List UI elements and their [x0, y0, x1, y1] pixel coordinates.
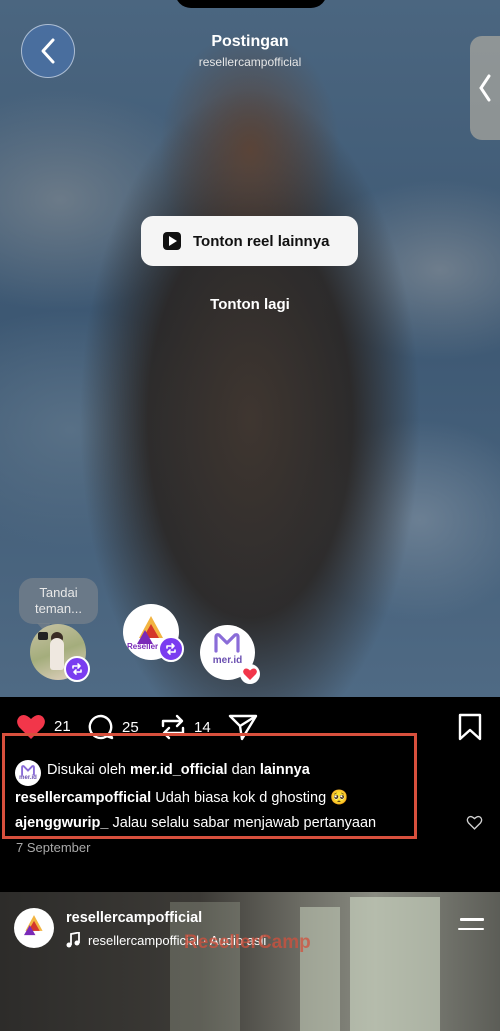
- save-button[interactable]: [458, 713, 482, 741]
- liked-others[interactable]: lainnya: [260, 762, 310, 778]
- bookmark-icon: [458, 713, 482, 741]
- repost-badge-icon: [158, 636, 184, 662]
- liked-and: dan: [231, 762, 256, 778]
- reseller-label: Reseller: [127, 642, 159, 651]
- camera-icon: [38, 632, 48, 640]
- watch-more-reels-button[interactable]: Tonton reel lainnya: [141, 216, 358, 266]
- merid-label: mer.id: [19, 775, 37, 781]
- page-subtitle[interactable]: resellercampofficial: [0, 55, 500, 69]
- tag-label-line2: teman...: [35, 601, 82, 616]
- next-post-username[interactable]: resellercampofficial: [66, 910, 202, 926]
- chevron-left-icon: [479, 74, 491, 102]
- play-icon: [163, 232, 181, 250]
- post-date: 7 September: [16, 840, 91, 855]
- comment-like-heart-icon[interactable]: [466, 815, 483, 830]
- caption-text: Udah biasa kok d ghosting 🥺: [155, 790, 349, 806]
- liked-prefix: Disukai oleh: [47, 762, 126, 778]
- menu-icon[interactable]: [458, 918, 484, 937]
- reel-video[interactable]: Postingan resellercampofficial Tonton re…: [0, 0, 500, 697]
- watermark-logo: ResellerCamp: [184, 932, 311, 953]
- resellercamp-logo-icon: [24, 915, 43, 936]
- page-title: Postingan: [211, 33, 289, 50]
- music-note-icon: [66, 932, 80, 948]
- comment-preview[interactable]: ajenggwurip_ Jalau selalu sabar menjawab…: [15, 815, 415, 831]
- side-panel-handle[interactable]: [470, 36, 500, 140]
- merid-logo-icon: [214, 633, 240, 653]
- heart-badge-icon: [240, 664, 260, 684]
- tag-label-line1: Tandai: [39, 585, 78, 600]
- repost-icon: [166, 643, 176, 655]
- comment-user[interactable]: ajenggwurip_: [15, 815, 108, 831]
- tag-friends-bubble[interactable]: Tandai teman...: [19, 578, 98, 631]
- avatar-figure: [50, 638, 64, 670]
- repost-icon: [72, 663, 82, 675]
- watch-more-label: Tonton reel lainnya: [193, 232, 330, 250]
- liker-avatar[interactable]: mer.id: [15, 760, 41, 786]
- device-notch: [175, 0, 327, 8]
- watch-again-button[interactable]: Tonton lagi: [0, 296, 500, 313]
- repost-badge-icon: [64, 656, 90, 682]
- liked-by-line[interactable]: Disukai oleh mer.id_official dan lainnya: [47, 762, 310, 778]
- window-pane: [300, 907, 340, 1031]
- caption-line: resellercampofficial Udah biasa kok d gh…: [15, 789, 348, 806]
- caption-author[interactable]: resellercampofficial: [15, 790, 151, 806]
- comment-text: Jalau selalu sabar menjawab pertanyaan: [112, 815, 377, 831]
- window-pane: [350, 897, 440, 1031]
- liked-user[interactable]: mer.id_official: [130, 762, 228, 778]
- next-post-avatar[interactable]: [14, 908, 54, 948]
